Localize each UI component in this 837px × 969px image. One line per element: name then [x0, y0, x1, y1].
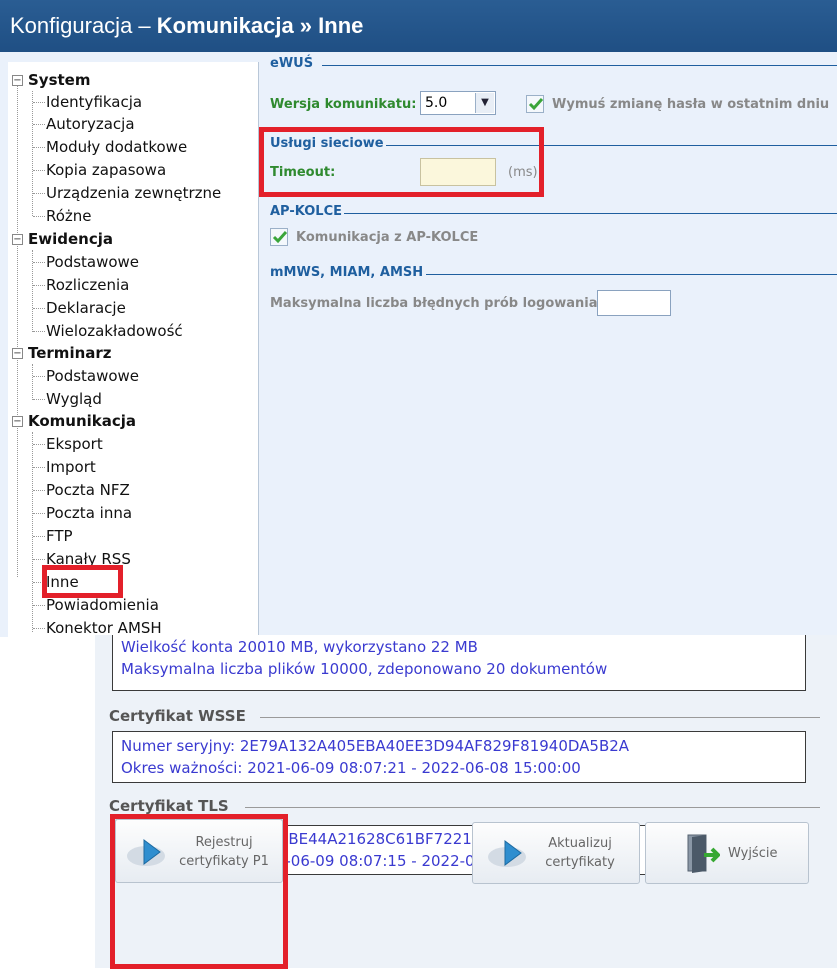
tree-item-ftp[interactable]: FTP	[46, 525, 73, 547]
tree-branch	[33, 308, 45, 309]
update-label-line2: certyfikaty	[545, 855, 615, 870]
configuration-tree: − System Identyfikacja Autoryzacja Moduł…	[8, 62, 259, 637]
tree-line	[32, 91, 33, 216]
tree-item-wyglad[interactable]: Wygląd	[46, 388, 102, 410]
tree-item-autoryzacja[interactable]: Autoryzacja	[46, 113, 135, 135]
tree-item-rozliczenia[interactable]: Rozliczenia	[46, 274, 129, 296]
tree-branch	[33, 193, 45, 194]
cert-wsse-validity: Okres ważności: 2021-06-09 08:07:21 - 20…	[121, 759, 581, 777]
window-title: Konfiguracja – Komunikacja » Inne	[0, 0, 837, 52]
collapse-icon[interactable]: −	[12, 234, 23, 245]
tree-item-identyfikacja[interactable]: Identyfikacja	[46, 91, 142, 113]
tree-branch	[33, 331, 45, 332]
tree-branch	[33, 559, 45, 560]
tree-group-system[interactable]: System	[28, 69, 90, 91]
ap-kolce-label: Komunikacja z AP-KOLCE	[296, 230, 479, 245]
section-divider	[344, 213, 837, 214]
message-version-value: 5.0	[425, 95, 448, 111]
tree-line	[32, 364, 33, 400]
cert-wsse-serial: Numer seryjny: 2E79A132A405EBA40EE3D94AF…	[121, 737, 630, 755]
tree-item-import[interactable]: Import	[46, 456, 96, 478]
tree-branch	[33, 399, 45, 400]
title-current-page: Komunikacja » Inne	[156, 13, 364, 38]
section-divider	[245, 807, 820, 808]
cert-wsse-panel: Numer seryjny: 2E79A132A405EBA40EE3D94AF…	[112, 731, 806, 783]
tree-item-deklaracje[interactable]: Deklaracje	[46, 297, 126, 319]
tree-line	[17, 82, 18, 577]
update-certificates-button[interactable]: Aktualizuj certyfikaty	[472, 822, 640, 884]
update-label-line1: Aktualizuj	[548, 836, 612, 851]
chevron-down-icon[interactable]: ▼	[475, 93, 494, 113]
tree-item-konektor-amsh[interactable]: Konektor AMSH	[46, 617, 162, 637]
tree-branch	[33, 490, 45, 491]
configuration-window: Konfiguracja – Komunikacja » Inne − Syst…	[0, 0, 837, 637]
ap-kolce-checkbox[interactable]	[270, 228, 288, 246]
collapse-icon[interactable]: −	[12, 75, 23, 86]
section-mmws: mMWS, MIAM, AMSH	[270, 265, 424, 280]
tree-branch	[33, 376, 45, 377]
section-divider	[426, 274, 837, 275]
tree-item-eksport[interactable]: Eksport	[46, 433, 103, 455]
tree-item-poczta-inna[interactable]: Poczta inna	[46, 502, 132, 524]
max-login-attempts-input[interactable]	[597, 290, 671, 316]
settings-panel: eWUŚ Wersja komunikatu: 5.0 ▼ Wymuś zmia…	[259, 52, 837, 637]
tree-item-rozne[interactable]: Różne	[46, 205, 92, 227]
section-divider	[322, 65, 837, 66]
tree-group-ewidencja[interactable]: Ewidencja	[28, 228, 113, 250]
tree-branch	[33, 467, 45, 468]
tree-branch	[33, 216, 45, 217]
tree-item-podstawowe[interactable]: Podstawowe	[46, 365, 139, 387]
tree-item-urzadzenia-zewnetrzne[interactable]: Urządzenia zewnętrzne	[46, 182, 221, 204]
tree-item-poczta-nfz[interactable]: Poczta NFZ	[46, 479, 130, 501]
exit-button[interactable]: Wyjście	[645, 822, 809, 884]
tree-branch	[33, 170, 45, 171]
tree-branch	[33, 285, 45, 286]
tree-branch	[33, 513, 45, 514]
tree-branch	[33, 262, 45, 263]
tree-branch	[33, 605, 45, 606]
section-ap-kolce: AP-KOLCE	[270, 204, 343, 219]
tree-branch	[33, 444, 45, 445]
title-prefix: Konfiguracja –	[10, 13, 157, 38]
force-password-checkbox[interactable]	[526, 95, 544, 113]
tree-item-podstawowe[interactable]: Podstawowe	[46, 251, 139, 273]
register-button-highlight	[110, 814, 288, 969]
account-files-text: Maksymalna liczba plików 10000, zdeponow…	[121, 660, 608, 678]
account-info-panel: Wielkość konta 20010 MB, wykorzystano 22…	[112, 635, 806, 691]
tree-group-komunikacja[interactable]: Komunikacja	[28, 410, 136, 432]
tree-group-terminarz[interactable]: Terminarz	[28, 342, 112, 364]
section-cert-wsse: Certyfikat WSSE	[109, 707, 246, 725]
section-ewus: eWUŚ	[270, 56, 314, 71]
arrow-right-icon	[488, 840, 526, 867]
tree-item-kopia-zapasowa[interactable]: Kopia zapasowa	[46, 159, 166, 181]
account-size-text: Wielkość konta 20010 MB, wykorzystano 22…	[121, 638, 478, 656]
tree-item-wielozakladowosc[interactable]: Wielozakładowość	[46, 320, 183, 342]
message-version-select[interactable]: 5.0 ▼	[420, 91, 496, 115]
tree-item-moduly-dodatkowe[interactable]: Moduły dodatkowe	[46, 136, 187, 158]
max-login-attempts-label: Maksymalna liczba błędnych prób logowani…	[270, 296, 603, 311]
tree-line	[32, 432, 33, 632]
selection-highlight	[42, 565, 123, 598]
tree-branch	[33, 124, 45, 125]
section-divider	[260, 717, 820, 718]
collapse-icon[interactable]: −	[12, 416, 23, 427]
checkmark-icon	[528, 98, 544, 111]
section-cert-tls: Certyfikat TLS	[109, 797, 229, 815]
checkmark-icon	[272, 231, 288, 244]
exit-label: Wyjście	[728, 846, 778, 861]
tree-branch	[33, 536, 45, 537]
message-version-label: Wersja komunikatu:	[270, 97, 417, 112]
tree-branch	[33, 628, 45, 629]
force-password-label: Wymuś zmianę hasła w ostatnim dniu	[552, 97, 830, 112]
exit-door-icon	[687, 834, 720, 873]
collapse-icon[interactable]: −	[12, 348, 23, 359]
tree-branch	[33, 102, 45, 103]
timeout-highlight	[259, 127, 544, 197]
tree-branch	[33, 147, 45, 148]
